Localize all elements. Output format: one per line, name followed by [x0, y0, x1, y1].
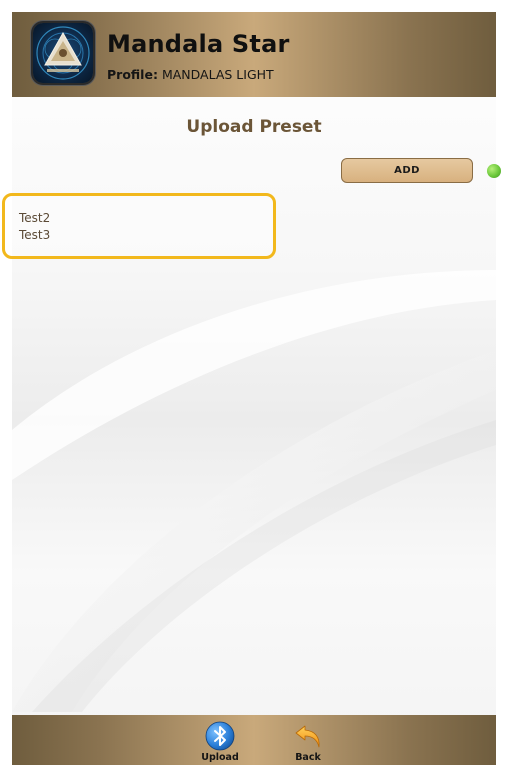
connection-status-indicator	[487, 164, 501, 178]
preset-item[interactable]: Test2	[19, 210, 273, 227]
top-margin	[0, 0, 510, 12]
back-label: Back	[295, 752, 321, 763]
page-title: Upload Preset	[186, 117, 322, 137]
back-arrow-icon	[295, 725, 320, 748]
preset-item[interactable]: Test3	[19, 227, 273, 244]
profile-label: Profile:	[107, 67, 158, 82]
back-button[interactable]: Back	[278, 721, 338, 763]
right-margin	[496, 0, 510, 765]
bottom-toolbar: Upload Back	[12, 715, 496, 765]
mandala-logo-icon[interactable]	[33, 23, 93, 83]
profile-value: MANDALAS LIGHT	[161, 67, 274, 82]
profile-line: Profile: MANDALAS LIGHT	[107, 67, 274, 82]
add-button[interactable]: ADD	[341, 158, 473, 183]
bluetooth-icon	[205, 721, 235, 751]
left-margin	[0, 0, 12, 765]
app-header: Mandala Star Profile: MANDALAS LIGHT	[12, 12, 496, 97]
upload-button[interactable]: Upload	[190, 721, 250, 763]
preset-list[interactable]: Test2 Test3	[2, 193, 276, 259]
upload-label: Upload	[201, 752, 239, 763]
background-swoosh	[12, 270, 496, 712]
app-title: Mandala Star	[107, 30, 290, 58]
